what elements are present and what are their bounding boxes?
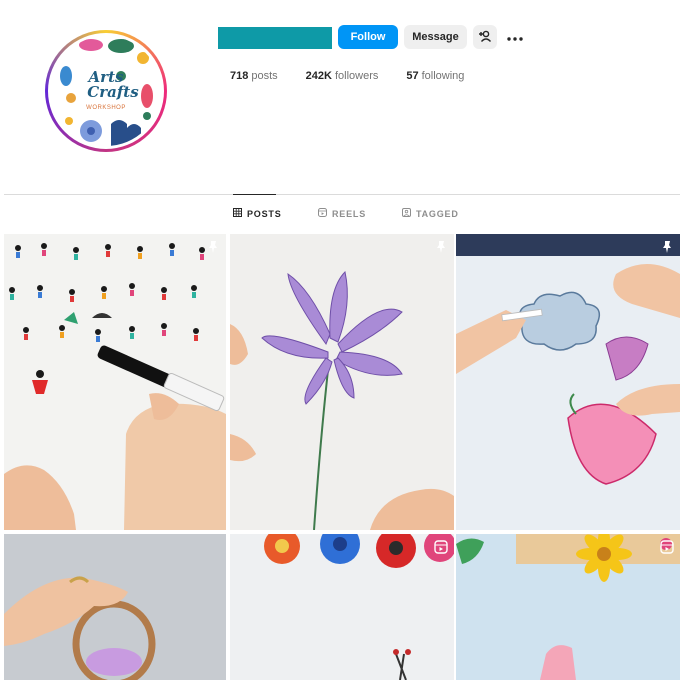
post-image: [264, 534, 454, 680]
suggested-accounts-button[interactable]: [473, 25, 497, 49]
avatar-image: Arts Crafts WORKSHOP: [48, 33, 164, 149]
more-options-button[interactable]: [503, 26, 527, 48]
post-image: [4, 576, 156, 680]
post-thumbnail[interactable]: [456, 234, 680, 530]
more-icon: [507, 28, 523, 46]
profile-avatar[interactable]: Arts Crafts WORKSHOP: [45, 30, 167, 152]
profile-stats: 718 posts 242K followers 57 following: [230, 70, 492, 82]
active-tab-indicator: [233, 194, 276, 195]
tab-tagged[interactable]: TAGGED: [402, 208, 459, 219]
followers-count[interactable]: 242K followers: [306, 70, 379, 82]
avatar-logo-text: Arts Crafts: [51, 70, 161, 100]
tab-reels-label: REELS: [332, 208, 367, 219]
tab-reels[interactable]: REELS: [318, 208, 366, 219]
posts-count: 718 posts: [230, 70, 278, 82]
add-user-icon: [478, 29, 492, 46]
reel-icon: [434, 540, 448, 554]
reel-icon: [660, 540, 674, 554]
tab-tagged-label: TAGGED: [416, 208, 459, 219]
profile-tabs: POSTS REELS TAGGED: [0, 208, 680, 222]
follow-button[interactable]: Follow: [338, 25, 398, 49]
post-thumbnail[interactable]: [4, 234, 226, 530]
tabs-divider: [4, 194, 680, 195]
message-button[interactable]: Message: [404, 25, 467, 49]
post-thumbnail[interactable]: [4, 534, 226, 680]
tab-posts[interactable]: POSTS: [233, 208, 282, 219]
avatar-subtitle: WORKSHOP: [86, 105, 126, 111]
post-thumbnail[interactable]: [230, 534, 454, 680]
tab-posts-label: POSTS: [247, 208, 282, 219]
post-thumbnail[interactable]: [230, 234, 454, 530]
post-image: [4, 243, 226, 530]
pin-icon: [434, 240, 448, 254]
following-count[interactable]: 57 following: [406, 70, 464, 82]
tagged-icon: [402, 208, 411, 219]
post-image: [456, 234, 680, 530]
post-image: [456, 534, 680, 680]
post-thumbnail[interactable]: [456, 534, 680, 680]
post-image: [230, 270, 454, 530]
reels-icon: [318, 208, 327, 219]
avatar-line-2: Crafts: [87, 83, 139, 101]
pin-icon: [206, 240, 220, 254]
username-redacted: [218, 27, 332, 49]
pin-icon: [660, 240, 674, 254]
grid-icon: [233, 208, 242, 219]
